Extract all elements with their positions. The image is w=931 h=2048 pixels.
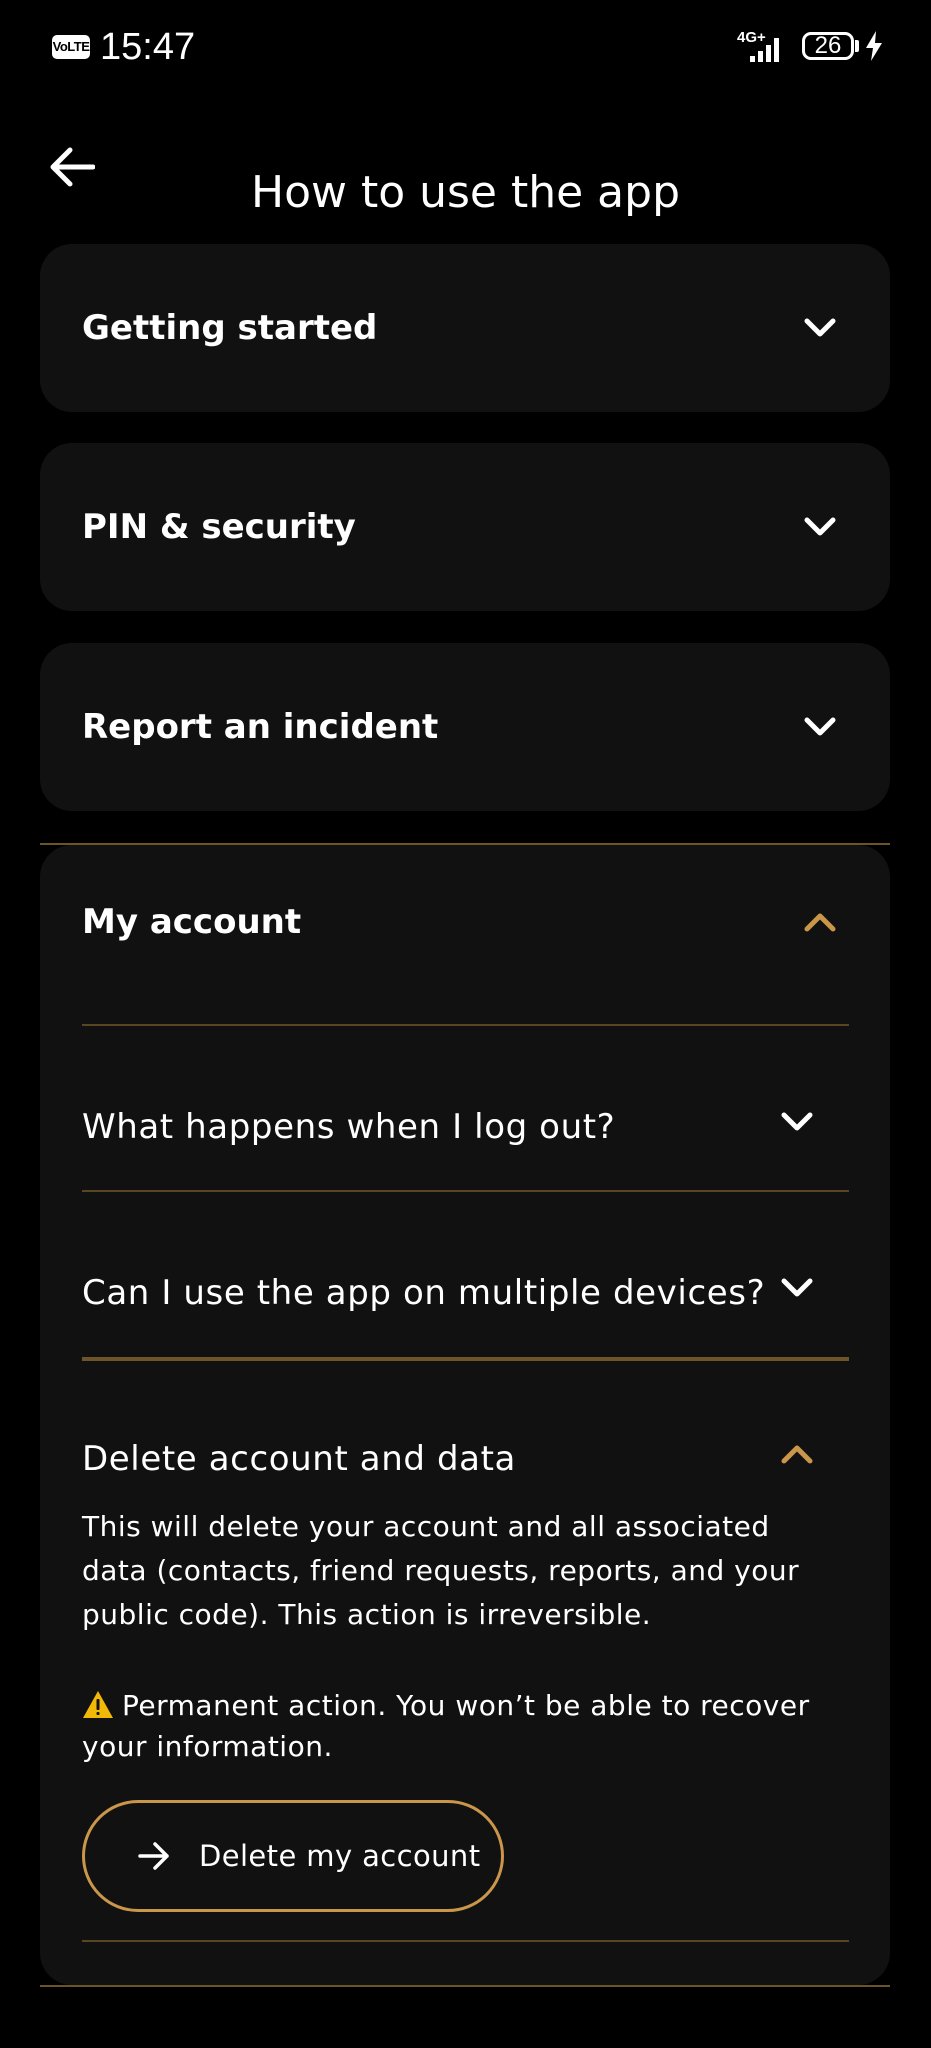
faq-question-logout[interactable]: What happens when I log out? (82, 1102, 615, 1152)
faq-question-delete-account[interactable]: Delete account and data (82, 1434, 516, 1484)
divider (82, 1190, 849, 1192)
charging-icon (866, 31, 882, 61)
arrow-right-icon (138, 1842, 169, 1870)
delete-account-button-label: Delete my account (199, 1839, 481, 1873)
delete-account-button[interactable]: Delete my account (82, 1800, 504, 1912)
volte-badge: VoLTE (52, 35, 90, 59)
faq-question-multiple-devices[interactable]: Can I use the app on multiple devices? (82, 1268, 765, 1318)
section-my-account: My account What happens when I log out? … (40, 845, 890, 1985)
status-time: 15:47 (100, 26, 196, 68)
divider (82, 1024, 849, 1026)
battery-tip (855, 40, 859, 52)
divider (82, 1940, 849, 1942)
section-report-incident[interactable]: Report an incident (40, 643, 890, 811)
section-pin-security[interactable]: PIN & security (40, 443, 890, 611)
status-bar: VoLTE 15:47 4G+ 26 (0, 0, 931, 96)
divider (40, 1985, 890, 1987)
delete-warning: Permanent action. You won’t be able to r… (82, 1685, 822, 1767)
chevron-down-icon (804, 517, 836, 536)
signal-icon (750, 38, 779, 62)
chevron-down-icon (804, 717, 836, 736)
warning-icon (83, 1691, 113, 1718)
delete-warning-text: Permanent action. You won’t be able to r… (82, 1689, 810, 1763)
page-title: How to use the app (250, 167, 681, 219)
battery-icon: 26 (802, 32, 854, 60)
section-getting-started[interactable]: Getting started (40, 244, 890, 412)
chevron-down-icon[interactable] (777, 1102, 817, 1142)
section-label: PIN & security (82, 507, 356, 547)
chevron-up-icon[interactable] (777, 1434, 817, 1474)
section-label: Getting started (82, 308, 378, 348)
delete-description: This will delete your account and all as… (82, 1510, 800, 1631)
divider (82, 1357, 849, 1361)
section-label: Report an incident (82, 707, 439, 747)
chevron-up-icon[interactable] (800, 902, 840, 942)
chevron-down-icon (804, 318, 836, 337)
section-label[interactable]: My account (82, 897, 301, 947)
chevron-down-icon[interactable] (777, 1268, 817, 1308)
